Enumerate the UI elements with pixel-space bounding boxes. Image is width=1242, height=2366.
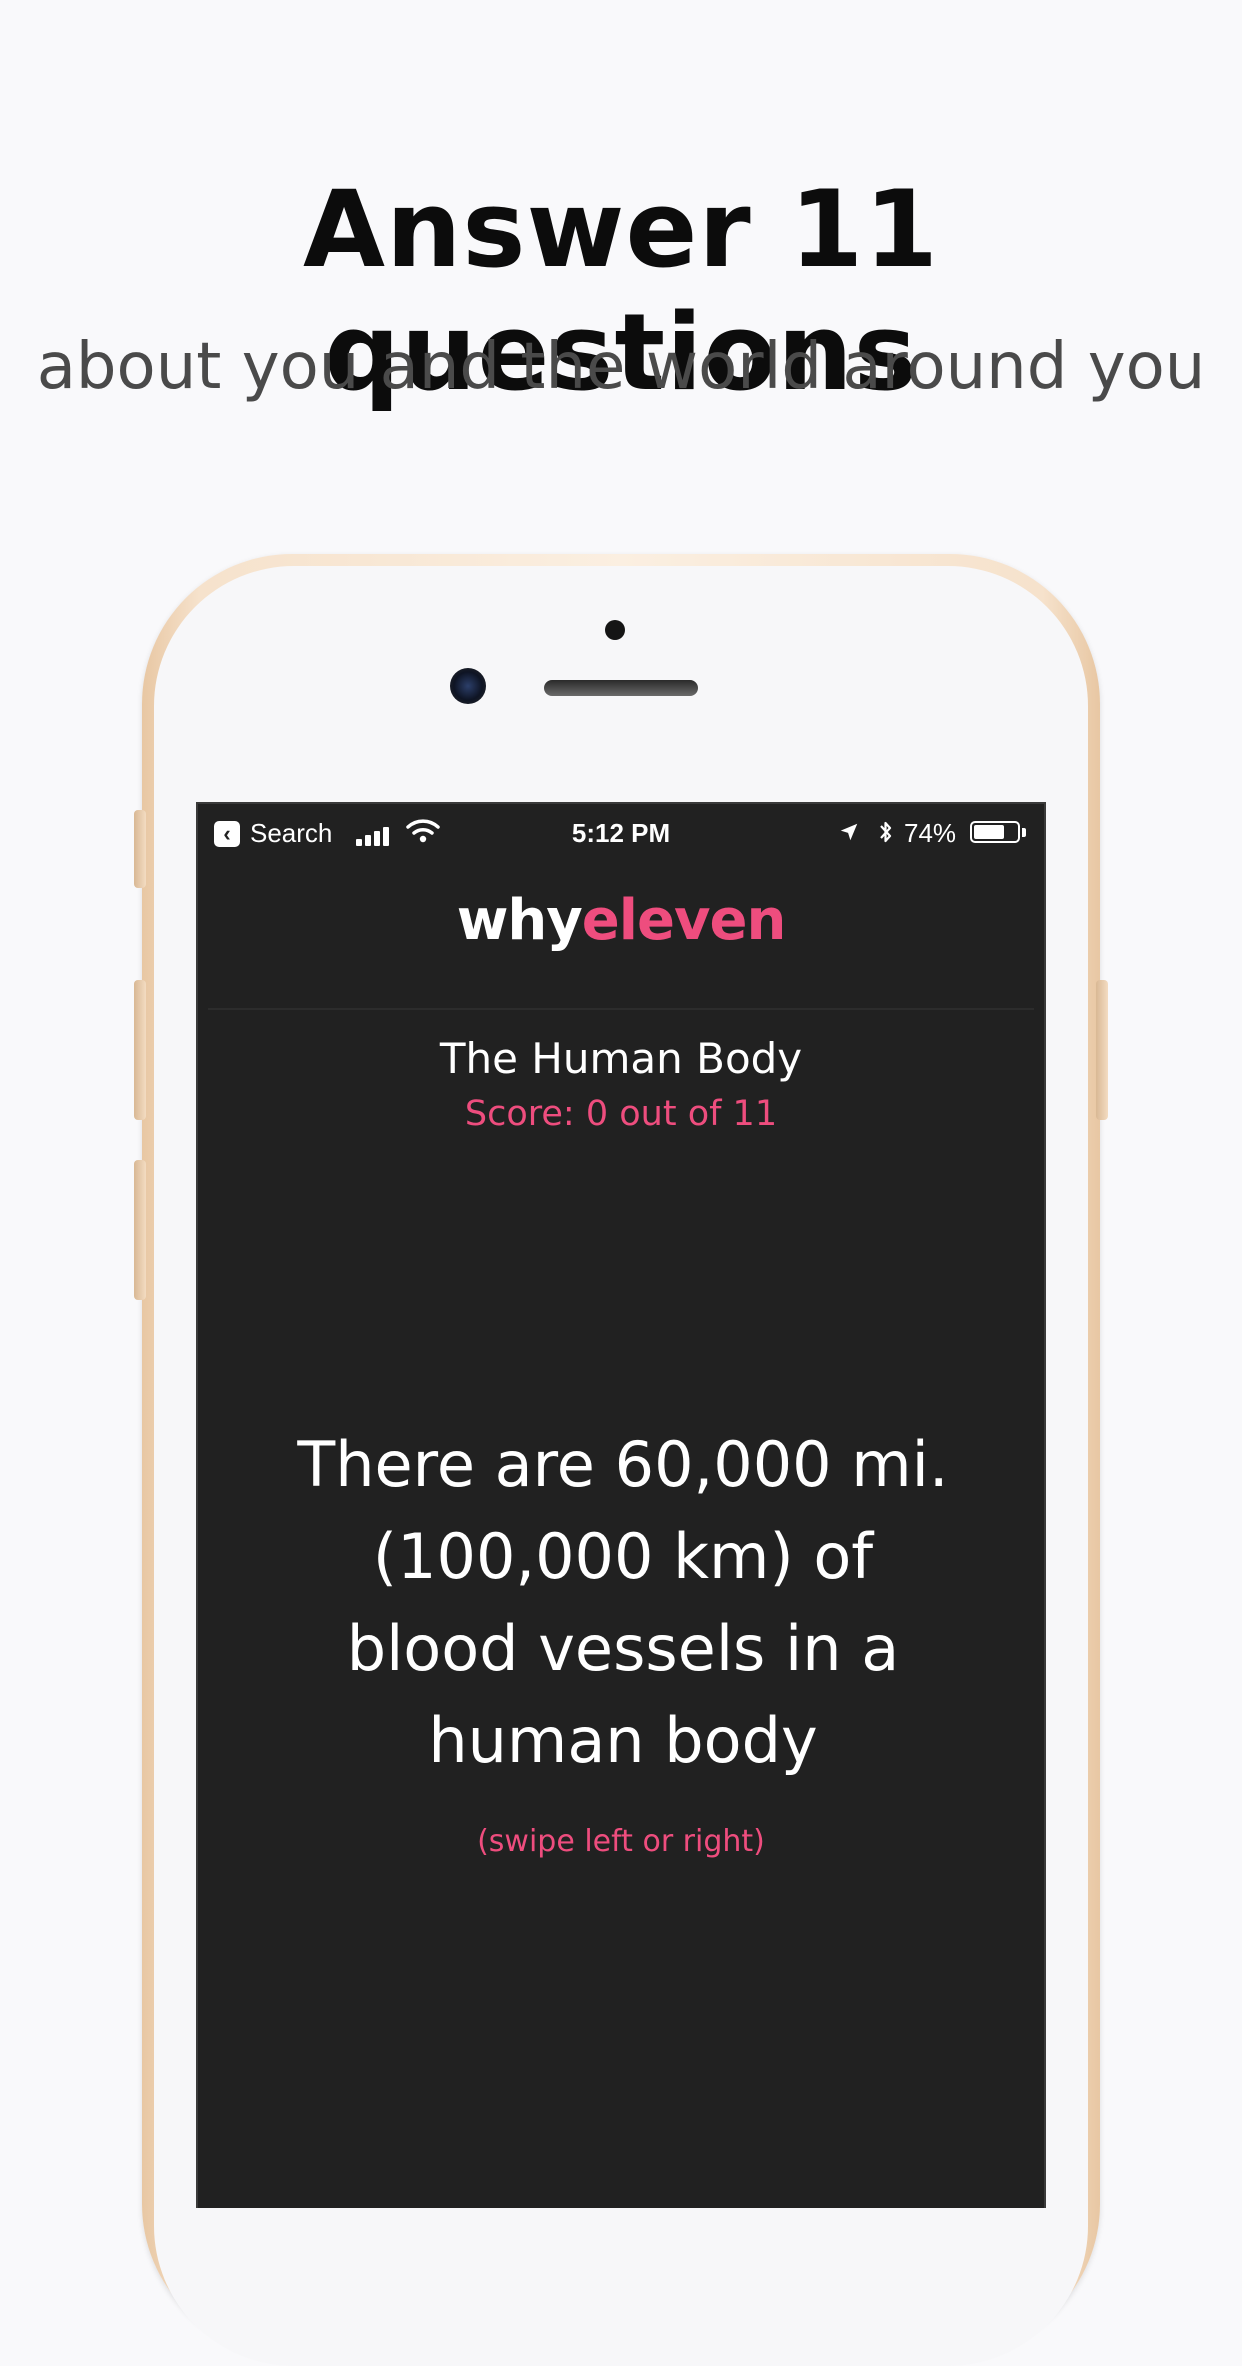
app-logo-eleven: eleven xyxy=(581,888,787,953)
proximity-sensor xyxy=(605,620,625,640)
phone-screen: ‹ Search 5:12 PM 74% whyeleven The Human… xyxy=(196,802,1046,2208)
app-logo-why: why xyxy=(456,888,583,953)
front-camera xyxy=(450,668,486,704)
score-label: Score: 0 out of 11 xyxy=(464,1094,778,1134)
swipe-hint: (swipe left or right) xyxy=(477,1824,765,1859)
status-bar: ‹ Search 5:12 PM 74% xyxy=(198,804,1044,860)
battery-percentage: 74% xyxy=(904,818,957,848)
battery-icon xyxy=(970,821,1020,843)
subheadline: about you and the world around you xyxy=(36,330,1206,404)
quiz-category: The Human Body xyxy=(439,1034,803,1083)
location-arrow-icon xyxy=(840,823,858,841)
app-logo: whyeleven xyxy=(198,888,1044,953)
phone-power-button xyxy=(1096,980,1108,1120)
battery-nub xyxy=(1022,828,1026,837)
battery-level xyxy=(974,825,1005,839)
phone-volume-down-button xyxy=(134,1160,146,1300)
header-divider xyxy=(208,1008,1034,1010)
bluetooth-icon xyxy=(880,821,892,843)
phone-volume-up-button xyxy=(134,980,146,1120)
earpiece-speaker xyxy=(544,680,698,696)
question-card[interactable]: There are 60,000 mi. (100,000 km) of blo… xyxy=(278,1419,968,1787)
phone-side-button xyxy=(134,810,146,888)
